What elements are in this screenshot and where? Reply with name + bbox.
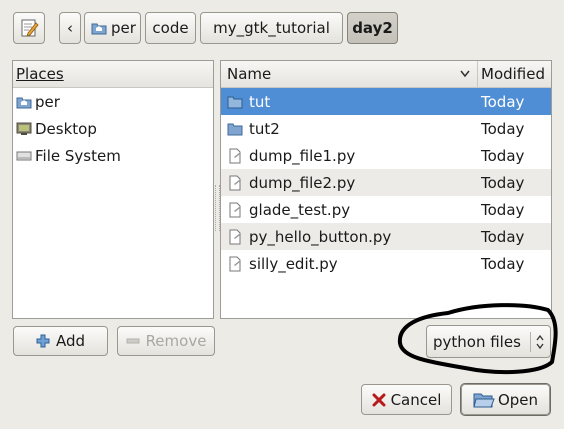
python-file-icon: [229, 229, 241, 244]
file-modified: Today: [481, 227, 525, 246]
python-file-icon: [229, 256, 241, 271]
open-button[interactable]: Open: [461, 384, 550, 415]
folder-icon: [227, 96, 243, 108]
file-row[interactable]: tut2 Today: [221, 115, 551, 142]
column-header-modified-label: Modified: [481, 65, 546, 83]
places-panel: Places per Desktop File System: [12, 60, 214, 319]
places-header-label: Places: [16, 65, 64, 83]
cancel-button[interactable]: Cancel: [361, 384, 452, 415]
file-name: dump_file2.py: [249, 173, 356, 192]
places-item-file-system[interactable]: File System: [13, 142, 213, 169]
file-list-header: Name Modified: [221, 61, 551, 88]
column-header-name-label: Name: [227, 65, 272, 83]
places-item-label: Desktop: [35, 119, 97, 138]
chevron-down-icon: [460, 70, 470, 78]
combo-separator: [530, 332, 531, 352]
column-header-modified[interactable]: Modified: [478, 61, 551, 87]
home-folder-icon: [16, 97, 32, 108]
desktop-icon: [16, 122, 32, 135]
file-modified: Today: [481, 254, 525, 273]
breadcrumb-label: day2: [352, 19, 393, 37]
breadcrumb-label: code: [152, 19, 189, 37]
chevron-left-icon: ‹: [67, 19, 73, 37]
remove-bookmark-button[interactable]: Remove: [117, 326, 215, 356]
pencil-edit-icon: [21, 19, 39, 37]
minus-icon: [126, 338, 140, 344]
file-row[interactable]: py_hello_button.py Today: [221, 223, 551, 250]
file-modified: Today: [481, 92, 525, 111]
file-row[interactable]: glade_test.py Today: [221, 196, 551, 223]
file-name: py_hello_button.py: [249, 227, 392, 246]
plus-icon: [36, 334, 50, 348]
cancel-label: Cancel: [390, 390, 442, 409]
up-down-arrows-icon: [536, 334, 544, 349]
places-item-label: File System: [35, 146, 121, 165]
breadcrumb-item-code[interactable]: code: [145, 12, 196, 44]
open-folder-icon: [473, 393, 495, 407]
python-file-icon: [229, 202, 241, 217]
file-row[interactable]: dump_file1.py Today: [221, 142, 551, 169]
file-modified: Today: [481, 200, 525, 219]
python-file-icon: [229, 148, 241, 163]
file-row[interactable]: tut Today: [221, 88, 551, 115]
file-row[interactable]: silly_edit.py Today: [221, 250, 551, 277]
file-name: silly_edit.py: [249, 254, 338, 273]
places-item-label: per: [35, 92, 60, 111]
breadcrumb-back-button[interactable]: ‹: [59, 12, 81, 44]
file-name: tut: [249, 92, 271, 111]
breadcrumb-item-my-gtk-tutorial[interactable]: my_gtk_tutorial: [200, 12, 343, 44]
add-bookmark-button[interactable]: Add: [13, 326, 108, 356]
python-file-icon: [229, 175, 241, 190]
home-folder-icon: [91, 23, 107, 35]
drive-icon: [16, 151, 32, 160]
file-name: dump_file1.py: [249, 146, 356, 165]
cancel-icon: [372, 393, 386, 406]
file-filter-combo[interactable]: python files: [426, 325, 551, 358]
breadcrumb-item-day2[interactable]: day2: [347, 12, 398, 44]
file-modified: Today: [481, 146, 525, 165]
file-row[interactable]: dump_file2.py Today: [221, 169, 551, 196]
open-label: Open: [497, 390, 539, 409]
file-modified: Today: [481, 173, 525, 192]
places-item-desktop[interactable]: Desktop: [13, 115, 213, 142]
column-header-name[interactable]: Name: [221, 61, 478, 87]
places-item-per[interactable]: per: [13, 88, 213, 115]
file-filter-value: python files: [433, 332, 521, 351]
breadcrumb-label: my_gtk_tutorial: [213, 19, 330, 37]
file-name: glade_test.py: [249, 200, 351, 219]
type-location-button[interactable]: [13, 12, 45, 44]
remove-bookmark-label: Remove: [145, 332, 207, 350]
places-header[interactable]: Places: [13, 61, 213, 88]
folder-icon: [227, 123, 243, 135]
add-bookmark-label: Add: [55, 332, 86, 350]
file-name: tut2: [249, 119, 280, 138]
breadcrumb-item-per[interactable]: per: [84, 12, 141, 44]
file-list-panel: Name Modified tut Today tut2 Today dump_…: [220, 60, 552, 319]
file-modified: Today: [481, 119, 525, 138]
breadcrumb-label: per: [111, 19, 136, 37]
